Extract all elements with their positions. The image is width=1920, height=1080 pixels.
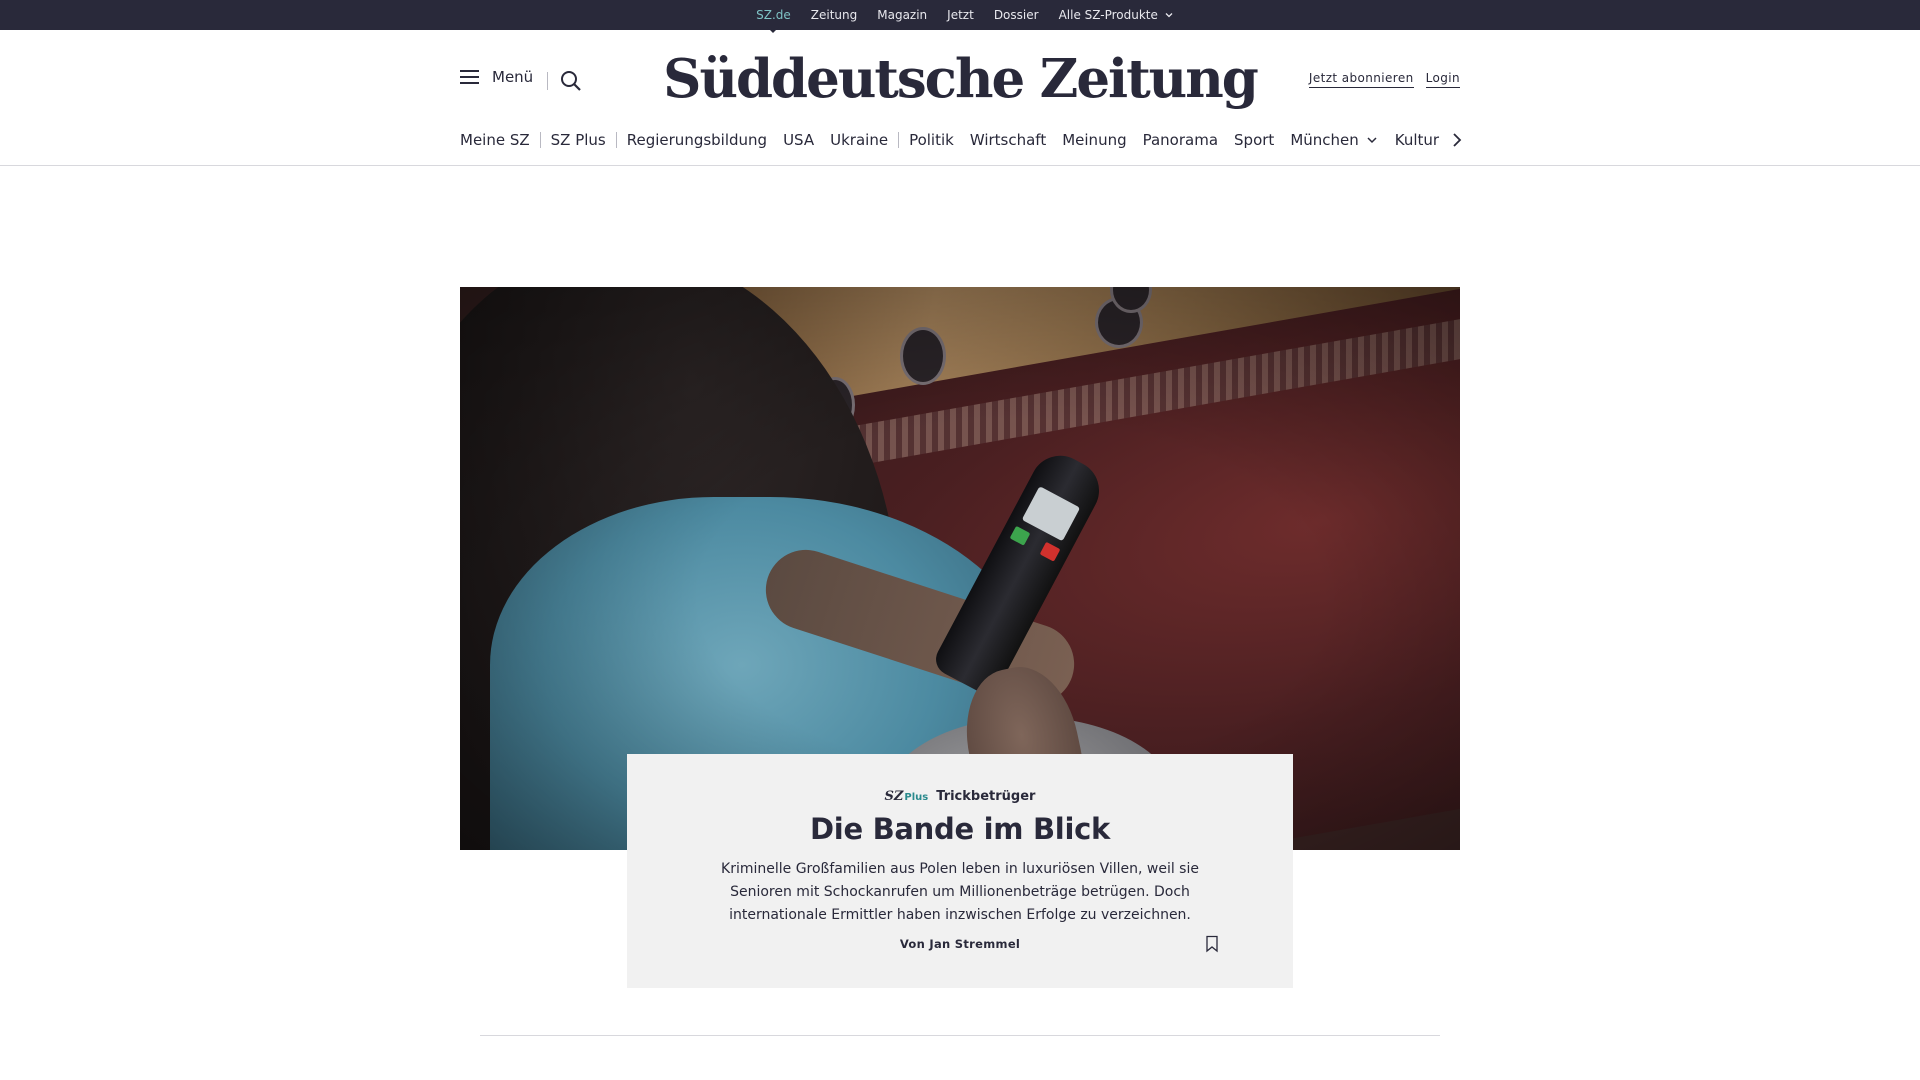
chevron-down-icon	[1165, 13, 1173, 18]
nav-item-meinung[interactable]: Meinung	[1062, 131, 1126, 149]
nav-item-usa[interactable]: USA	[783, 131, 814, 149]
product-link-jetzt[interactable]: Jetzt	[947, 8, 974, 22]
teaser-kicker: SZ Plus Trickbetrüger	[627, 789, 1293, 804]
nav-item-politik[interactable]: Politik	[909, 131, 954, 149]
product-link-dossier[interactable]: Dossier	[994, 8, 1039, 22]
product-links: SZ.de Zeitung Magazin Jetzt Dossier Alle…	[756, 8, 1174, 22]
sz-plus-badge-plus: Plus	[904, 792, 929, 803]
bookmark-button[interactable]	[1205, 935, 1219, 957]
product-link-szde[interactable]: SZ.de	[756, 8, 791, 22]
nav-scroll-right-button[interactable]	[1450, 130, 1464, 154]
teaser-topic: Trickbetrüger	[936, 789, 1036, 804]
login-link[interactable]: Login	[1425, 71, 1460, 88]
nav-item-muenchen-label: München	[1290, 131, 1359, 149]
teaser-text: Kriminelle Großfamilien aus Polen leben …	[721, 861, 1199, 923]
bookmark-icon	[1206, 935, 1218, 953]
nav-item-wirtschaft[interactable]: Wirtschaft	[970, 131, 1046, 149]
nav-item-panorama[interactable]: Panorama	[1143, 131, 1218, 149]
teaser-author: Von Jan Stremmel	[899, 937, 1021, 951]
section-divider	[480, 1035, 1440, 1036]
sz-plus-badge: SZ Plus	[885, 789, 929, 804]
product-link-magazin[interactable]: Magazin	[877, 8, 927, 22]
nav-item-meine-sz[interactable]: Meine SZ	[460, 131, 530, 149]
product-link-zeitung[interactable]: Zeitung	[811, 8, 857, 22]
nav-divider	[615, 132, 617, 148]
nav-divider	[898, 132, 900, 148]
all-products-label: Alle SZ-Produkte	[1058, 8, 1158, 22]
nav-item-ukraine[interactable]: Ukraine	[830, 131, 888, 149]
header-border	[0, 165, 1920, 166]
product-link-all-products[interactable]: Alle SZ-Produkte	[1059, 8, 1174, 22]
nav-item-regierungsbildung[interactable]: Regierungsbildung	[627, 131, 767, 149]
site-header: Menü Süddeutsche Zeitung Jetzt abonniere…	[0, 30, 1920, 122]
site-logo[interactable]: Süddeutsche Zeitung	[0, 48, 1920, 110]
nav-item-sz-plus[interactable]: SZ Plus	[551, 131, 606, 149]
subscribe-link[interactable]: Jetzt abonnieren	[1308, 71, 1414, 88]
account-links: Jetzt abonnieren Login	[1308, 71, 1460, 88]
teaser-headline[interactable]: Die Bande im Blick	[627, 812, 1293, 846]
nav-item-kultur[interactable]: Kultur	[1395, 131, 1439, 149]
chevron-down-icon	[1367, 137, 1377, 144]
sz-plus-badge-sz: SZ	[884, 789, 904, 804]
nav-item-muenchen[interactable]: München	[1290, 131, 1378, 149]
chevron-right-icon	[1453, 133, 1462, 147]
nav-divider	[539, 132, 541, 148]
product-bar: SZ.de Zeitung Magazin Jetzt Dossier Alle…	[0, 0, 1920, 30]
nav-item-sport[interactable]: Sport	[1234, 131, 1274, 149]
teaser-card[interactable]: SZ Plus Trickbetrüger Die Bande im Blick…	[627, 754, 1293, 988]
section-nav: Meine SZ SZ Plus Regierungsbildung USA U…	[460, 128, 1439, 152]
